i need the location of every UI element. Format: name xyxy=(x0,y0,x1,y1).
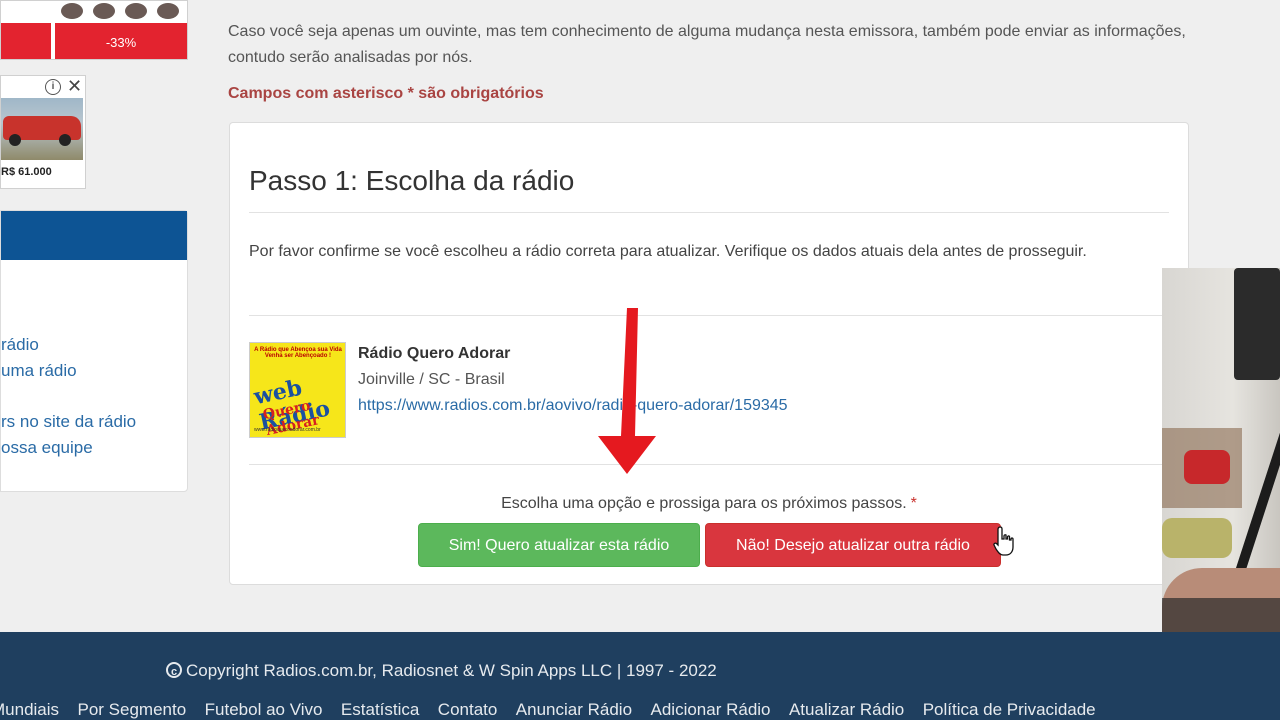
step-description: Por favor confirme se você escolheu a rá… xyxy=(249,243,1087,260)
sidebar-ad-banner[interactable]: -33% xyxy=(0,0,188,60)
footer-link-anunciar[interactable]: Anunciar Rádio xyxy=(516,700,632,719)
footer-nav: Mundiais Por Segmento Futebol ao Vivo Es… xyxy=(0,700,1110,720)
webcam-overlay xyxy=(1162,268,1280,658)
sidebar-panel: rádio uma rádio rs no site da rádio ossa… xyxy=(0,210,188,492)
step-card: Passo 1: Escolha da rádio Por favor conf… xyxy=(229,122,1189,585)
ad-car-price: R$ 61.000 xyxy=(1,166,52,178)
hand-cursor-icon xyxy=(993,526,1014,556)
sidebar-link[interactable]: rádio xyxy=(1,335,39,355)
sidebar-link[interactable]: rs no site da rádio xyxy=(1,412,136,432)
footer-link-contato[interactable]: Contato xyxy=(438,700,498,719)
footer: c Copyright Radios.com.br, Radiosnet & W … xyxy=(0,632,1280,720)
intro-text: Caso você seja apenas um ouvinte, mas te… xyxy=(228,23,1186,66)
copyright: c Copyright Radios.com.br, Radiosnet & W … xyxy=(166,661,717,681)
ad-discount-badge: -33% xyxy=(55,23,187,59)
footer-link-privacidade[interactable]: Política de Privacidade xyxy=(923,700,1096,719)
arrow-annotation xyxy=(598,308,656,474)
ad-discount-block xyxy=(1,23,51,59)
choose-option-text: Escolha uma opção e prossiga para os pró… xyxy=(501,495,917,512)
divider xyxy=(249,464,1169,465)
ad-product-thumbnails xyxy=(61,3,179,19)
required-star: * xyxy=(910,495,917,512)
divider xyxy=(249,315,1169,316)
footer-link-atualizar[interactable]: Atualizar Rádio xyxy=(789,700,904,719)
required-fields-note: Campos com asterisco * são obrigatórios xyxy=(228,85,544,102)
sidebar-panel-header xyxy=(1,211,187,260)
copyright-icon: c xyxy=(166,662,182,678)
info-icon[interactable]: i xyxy=(45,79,61,95)
step-title: Passo 1: Escolha da rádio xyxy=(249,165,575,196)
footer-link-futebol[interactable]: Futebol ao Vivo xyxy=(205,700,323,719)
sidebar-link[interactable]: uma rádio xyxy=(1,361,77,381)
footer-link-mundiais[interactable]: Mundiais xyxy=(0,700,59,719)
radio-location: Joinville / SC - Brasil xyxy=(358,371,505,388)
confirm-radio-button[interactable]: Sim! Quero atualizar esta rádio xyxy=(418,523,700,567)
radio-logo: A Rádio que Abençoa sua Vida Venha ser A… xyxy=(249,342,346,438)
footer-link-por-segmento[interactable]: Por Segmento xyxy=(78,700,187,719)
other-radio-button[interactable]: Não! Desejo atualizar outra rádio xyxy=(705,523,1001,567)
speaker-object xyxy=(1234,268,1280,380)
close-icon[interactable]: ✕ xyxy=(67,76,82,97)
footer-link-estatistica[interactable]: Estatística xyxy=(341,700,419,719)
footer-link-adicionar[interactable]: Adicionar Rádio xyxy=(651,700,771,719)
sidebar-car-ad[interactable]: i ✕ R$ 61.000 xyxy=(0,75,86,189)
sidebar-link[interactable]: ossa equipe xyxy=(1,438,93,458)
divider xyxy=(249,212,1169,213)
radio-url-link[interactable]: https://www.radios.com.br/aovivo/radio-q… xyxy=(358,397,788,415)
radio-name: Rádio Quero Adorar xyxy=(358,345,511,362)
